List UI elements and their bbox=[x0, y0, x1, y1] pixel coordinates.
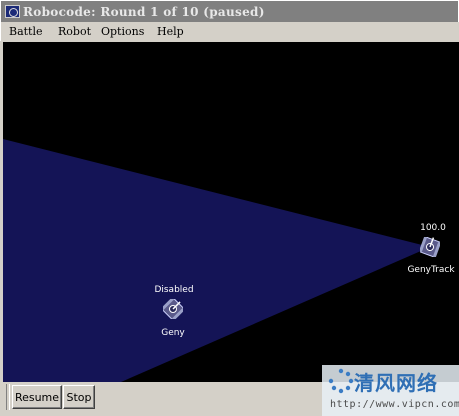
tank-icon[interactable] bbox=[420, 237, 440, 257]
window-title: Robocode: Round 1 of 10 (paused) bbox=[23, 5, 265, 19]
menu-robot[interactable]: Robot bbox=[58, 22, 91, 41]
resume-button[interactable]: Resume bbox=[12, 385, 62, 409]
radar-scan-beam bbox=[3, 139, 430, 382]
robot-name-label: Geny bbox=[161, 328, 185, 338]
menu-bar: Battle Robot Options Help bbox=[0, 22, 459, 41]
menu-help[interactable]: Help bbox=[157, 22, 184, 41]
battlefield: 100.0 GenyTrack Disabled Geny bbox=[3, 42, 459, 382]
robot-status-label: Disabled bbox=[154, 285, 194, 295]
title-bar[interactable]: Robocode: Round 1 of 10 (paused) bbox=[0, 0, 459, 22]
menu-battle[interactable]: Battle bbox=[9, 22, 43, 41]
watermark: 清风网络 http://www.vipcn.com bbox=[322, 365, 459, 416]
robot-energy-label: 100.0 bbox=[420, 223, 446, 233]
watermark-url: http://www.vipcn.com bbox=[330, 399, 459, 410]
stop-button[interactable]: Stop bbox=[63, 385, 95, 409]
robocode-app-icon[interactable] bbox=[5, 5, 20, 18]
watermark-brand: 清风网络 bbox=[354, 371, 438, 395]
tank-icon[interactable] bbox=[163, 299, 183, 319]
watermark-logo-icon bbox=[328, 368, 354, 394]
robot-name-label: GenyTrack bbox=[407, 265, 455, 275]
menu-options[interactable]: Options bbox=[101, 22, 144, 41]
battlefield-canvas bbox=[3, 139, 430, 382]
toolbar-divider bbox=[6, 384, 10, 410]
